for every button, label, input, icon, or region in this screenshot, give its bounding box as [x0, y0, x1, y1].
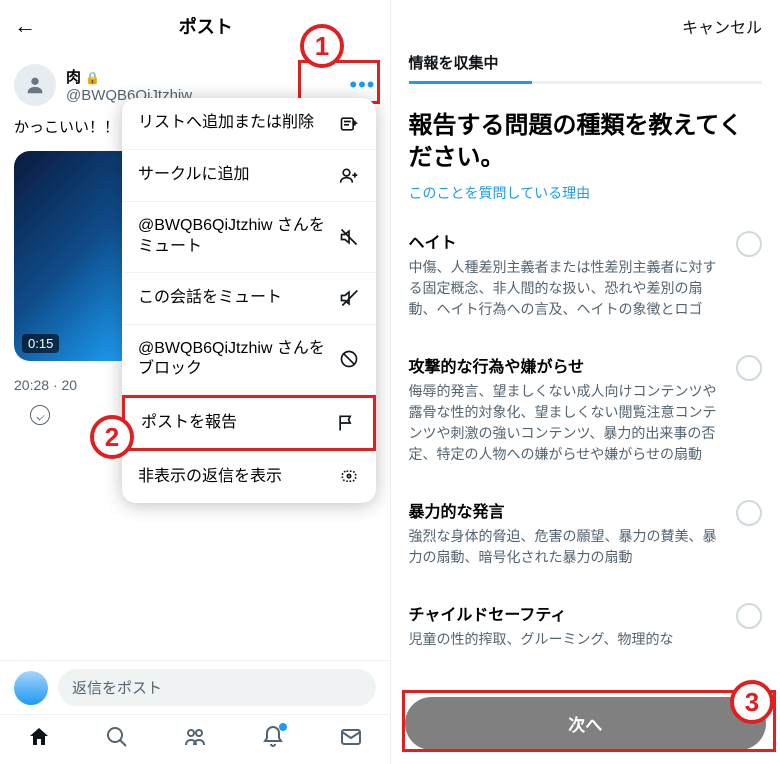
flag-icon	[335, 412, 357, 434]
annotation-badge-1: 1	[300, 24, 344, 68]
menu-label: @BWQB6QiJtzhiw さんをミュート	[138, 216, 338, 258]
option-title: 暴力的な発言	[409, 498, 723, 522]
mute-convo-icon	[338, 287, 360, 309]
tab-communities[interactable]	[183, 725, 207, 754]
annotation-badge-2: 2	[90, 415, 134, 459]
menu-item-block-user[interactable]: @BWQB6QiJtzhiw さんをブロック	[122, 325, 376, 396]
option-title: ヘイト	[409, 229, 723, 253]
menu-label: この会話をミュート	[138, 288, 338, 309]
tab-search[interactable]	[105, 725, 129, 754]
person-icon	[24, 74, 46, 96]
person-add-icon	[338, 165, 360, 187]
option-desc: 中傷、人種差別主義者または性差別主義者に対する固定概念、非人間的な扱い、恐れや差…	[409, 257, 723, 320]
tab-home[interactable]	[27, 725, 51, 754]
annotation-badge-3: 3	[730, 680, 774, 724]
radio-icon[interactable]	[736, 355, 762, 381]
collecting-label: 情報を収集中	[391, 42, 780, 81]
menu-item-hidden-replies[interactable]: 非表示の返信を表示	[122, 451, 376, 503]
list-add-icon	[338, 113, 360, 135]
annotation-box-3	[402, 690, 777, 752]
menu-label: ポストを報告	[141, 413, 335, 434]
report-option-child-safety[interactable]: チャイルドセーフティ 児童の性的搾取、グルーミング、物理的な	[391, 585, 780, 667]
post-view-panel: ← ポスト 肉 🔒 @BWQB6QiJtzhiw ••• 1 かっこいい！！ 0…	[0, 0, 391, 764]
radio-icon[interactable]	[736, 603, 762, 629]
mute-icon	[338, 226, 360, 248]
right-header: キャンセル	[391, 0, 780, 42]
notification-dot-icon	[279, 723, 287, 731]
compose-bar: 返信をポスト	[0, 660, 390, 714]
menu-item-mute-conversation[interactable]: この会話をミュート	[122, 273, 376, 325]
report-option-hate[interactable]: ヘイト 中傷、人種差別主義者または性差別主義者に対する固定概念、非人間的な扱い、…	[391, 213, 780, 337]
block-icon	[338, 348, 360, 370]
menu-item-add-circle[interactable]: サークルに追加	[122, 150, 376, 202]
menu-item-report-post[interactable]: ポストを報告	[122, 395, 376, 451]
report-question: 報告する問題の種類を教えてください。	[391, 84, 780, 183]
user-name-text: 肉	[66, 69, 81, 86]
lock-icon: 🔒	[85, 71, 100, 85]
option-desc: 児童の性的搾取、グルーミング、物理的な	[409, 629, 723, 650]
menu-label: 非表示の返信を表示	[138, 467, 338, 488]
back-arrow-icon[interactable]: ←	[14, 13, 36, 39]
menu-label: @BWQB6QiJtzhiw さんをブロック	[138, 339, 338, 381]
video-duration: 0:15	[22, 334, 59, 353]
report-options-list: ヘイト 中傷、人種差別主義者または性差別主義者に対する固定概念、非人間的な扱い、…	[391, 203, 780, 667]
menu-label: サークルに追加	[138, 165, 338, 186]
report-flow-panel: キャンセル 情報を収集中 報告する問題の種類を教えてください。 このことを質問し…	[391, 0, 780, 764]
post-actions-menu: リストへ追加または削除 サークルに追加 @BWQB6QiJtzhiw さんをミュ…	[122, 98, 376, 503]
report-option-harassment[interactable]: 攻撃的な行為や嫌がらせ 侮辱的発言、望ましくない成人向けコンテンツや露骨な性的対…	[391, 337, 780, 482]
radio-icon[interactable]	[736, 500, 762, 526]
bottom-tab-bar	[0, 714, 390, 764]
hidden-replies-icon	[338, 466, 360, 488]
option-desc: 侮辱的発言、望ましくない成人向けコンテンツや露骨な性的対象化、望ましくない閲覧注…	[409, 381, 723, 465]
menu-item-mute-user[interactable]: @BWQB6QiJtzhiw さんをミュート	[122, 202, 376, 273]
tab-messages[interactable]	[339, 725, 363, 754]
report-option-violence[interactable]: 暴力的な発言 強烈な身体的脅迫、危害の願望、暴力の賛美、暴力の扇動、暗号化された…	[391, 482, 780, 585]
reply-input[interactable]: 返信をポスト	[58, 669, 376, 706]
menu-item-add-list[interactable]: リストへ追加または削除	[122, 98, 376, 150]
menu-label: リストへ追加または削除	[138, 113, 338, 134]
cancel-button[interactable]: キャンセル	[682, 14, 762, 38]
option-desc: 強烈な身体的脅迫、危害の願望、暴力の賛美、暴力の扇動、暗号化された暴力の扇動	[409, 526, 723, 568]
reason-link[interactable]: このことを質問している理由	[391, 183, 780, 203]
option-title: チャイルドセーフティ	[409, 601, 723, 625]
avatar[interactable]	[14, 64, 56, 106]
option-title: 攻撃的な行為や嫌がらせ	[409, 353, 723, 377]
radio-icon[interactable]	[736, 231, 762, 257]
self-avatar[interactable]	[14, 671, 48, 705]
tab-notifications[interactable]	[261, 725, 285, 754]
